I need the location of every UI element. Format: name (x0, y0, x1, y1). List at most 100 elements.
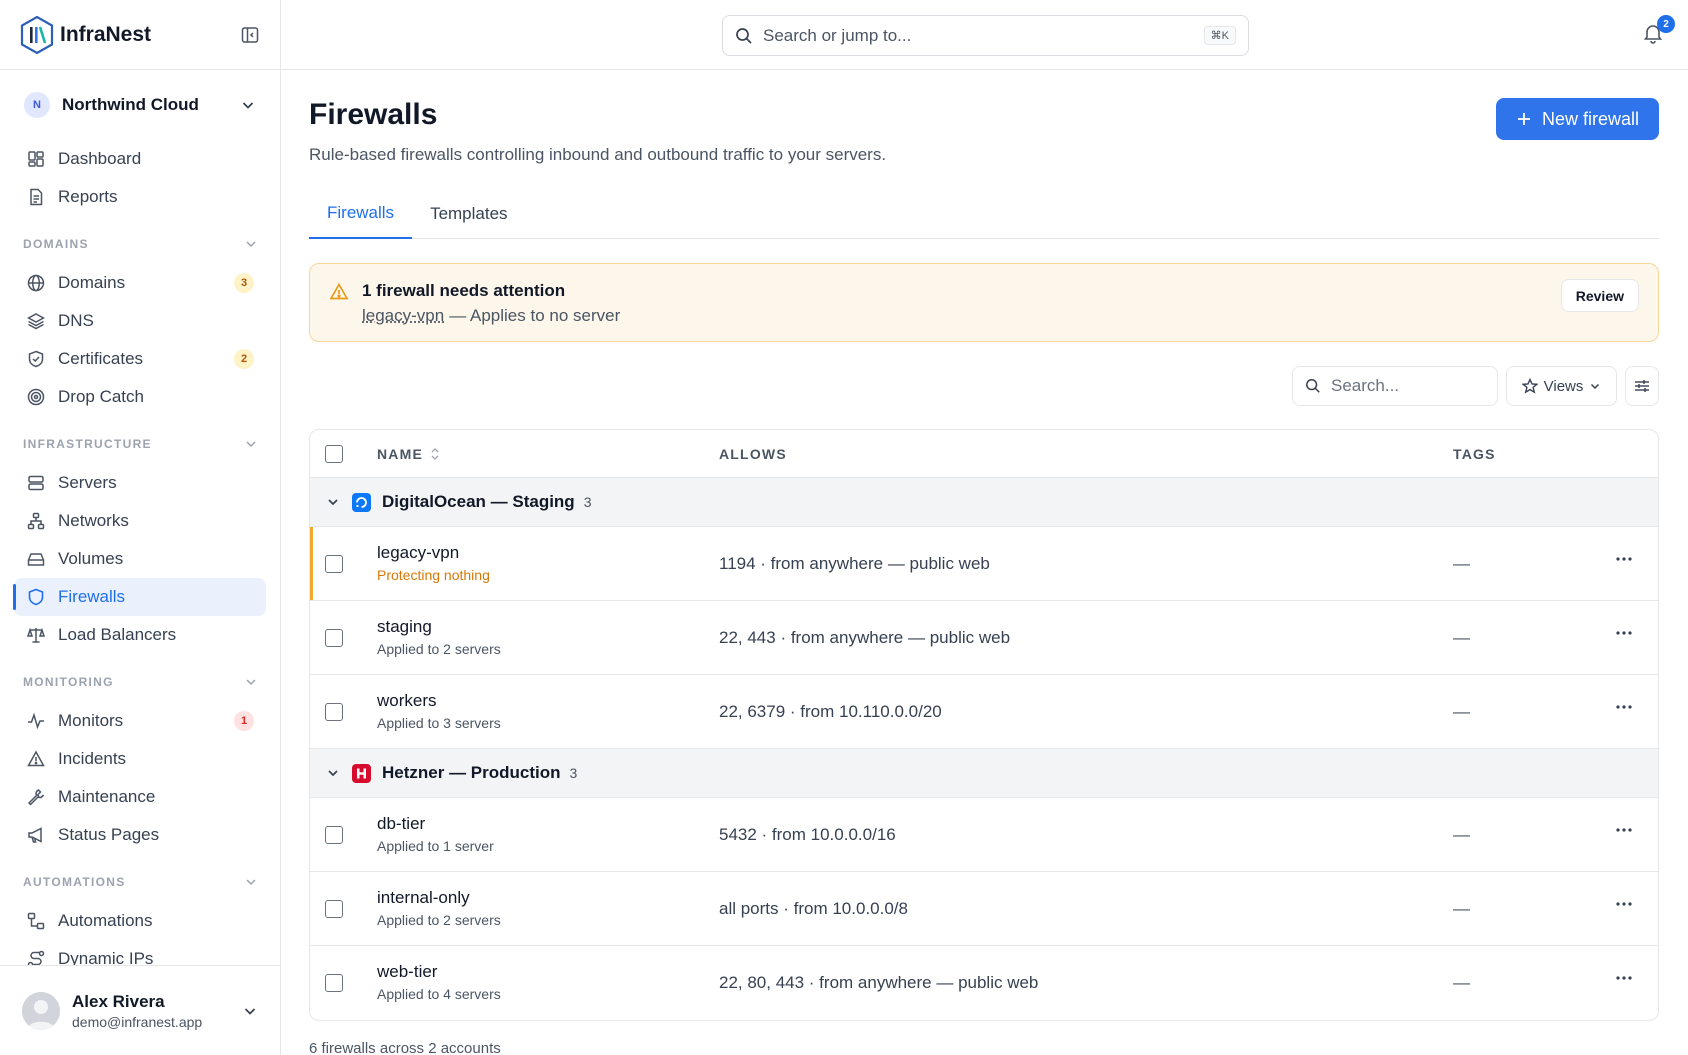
chevron-down-icon[interactable] (326, 766, 340, 780)
org-switcher[interactable]: N Northwind Cloud (0, 70, 280, 140)
sidebar-item-status-pages[interactable]: Status Pages (14, 816, 266, 854)
row-checkbox[interactable] (325, 826, 343, 844)
group-row-hetzner[interactable]: Hetzner — Production 3 (310, 749, 1658, 798)
more-actions-icon[interactable] (1616, 631, 1632, 635)
table-row[interactable]: web-tier Applied to 4 servers 22, 80, 44… (310, 946, 1658, 1020)
table-search-input[interactable] (1331, 376, 1485, 396)
sidebar-item-label: Load Balancers (58, 625, 177, 644)
sidebar-section-domains[interactable]: DOMAINS (0, 224, 280, 264)
group-name: DigitalOcean — Staging 3 (382, 492, 592, 512)
count-badge: 3 (234, 273, 254, 293)
more-actions-icon[interactable] (1616, 705, 1632, 709)
group-label: DigitalOcean — Staging (382, 492, 575, 511)
more-actions-icon[interactable] (1616, 902, 1632, 906)
sidebar-item-networks[interactable]: Networks (14, 502, 266, 540)
table-row[interactable]: legacy-vpn Protecting nothing 1194 · fro… (310, 527, 1658, 601)
avatar (22, 991, 60, 1030)
sidebar-item-load-balancers[interactable]: Load Balancers (14, 616, 266, 654)
new-firewall-button[interactable]: New firewall (1495, 98, 1659, 140)
group-row-digitalocean[interactable]: DigitalOcean — Staging 3 (310, 478, 1658, 527)
sidebar-section-infrastructure[interactable]: INFRASTRUCTURE (0, 424, 280, 464)
sidebar-item-label: Certificates (58, 349, 144, 368)
sidebar-item-incidents[interactable]: Incidents (14, 740, 266, 778)
sidebar-item-reports[interactable]: Reports (14, 178, 266, 216)
firewall-allows: 22, 80, 443 · from anywhere — public web (719, 973, 1039, 992)
table-row[interactable]: internal-only Applied to 2 servers all p… (310, 872, 1658, 946)
sidebar-item-certificates[interactable]: Certificates 2 (14, 340, 266, 378)
chevron-down-icon (246, 241, 256, 248)
select-all-checkbox[interactable] (325, 445, 343, 463)
group-label: Hetzner — Production (382, 763, 561, 782)
layers-icon (26, 311, 46, 331)
row-checkbox[interactable] (325, 703, 343, 721)
sidebar-section-automations[interactable]: AUTOMATIONS (0, 862, 280, 902)
table-row[interactable]: db-tier Applied to 1 server 5432 · from … (310, 798, 1658, 872)
group-count: 3 (583, 494, 592, 510)
firewall-name[interactable]: staging (377, 617, 432, 637)
more-actions-icon[interactable] (1616, 828, 1632, 832)
table-row[interactable]: workers Applied to 3 servers 22, 6379 · … (310, 675, 1658, 749)
firewall-allows: all ports · from 10.0.0.0/8 (719, 899, 908, 918)
firewall-allows: 1194 · from anywhere — public web (719, 554, 990, 573)
firewall-allows: 5432 · from 10.0.0.0/16 (719, 825, 896, 844)
sidebar-item-firewalls[interactable]: Firewalls (13, 578, 266, 616)
sidebar-item-label: Drop Catch (58, 387, 144, 406)
user-menu[interactable]: Alex Rivera demo@infranest.app (0, 965, 280, 1055)
sidebar-item-dns[interactable]: DNS (14, 302, 266, 340)
brand-name: InfraNest (60, 22, 152, 46)
sidebar-section-monitoring[interactable]: MONITORING (0, 662, 280, 702)
alert-firewall-link[interactable]: legacy-vpn (362, 306, 444, 325)
hetzner-icon (352, 763, 371, 783)
row-checkbox[interactable] (325, 555, 343, 573)
firewall-name[interactable]: legacy-vpn (377, 543, 459, 563)
global-search-input[interactable] (763, 25, 1204, 46)
alert-message: — Applies to no server (449, 306, 621, 325)
pulse-icon (26, 711, 46, 731)
more-actions-icon[interactable] (1616, 557, 1632, 561)
row-checkbox[interactable] (325, 974, 343, 992)
firewall-allows: 22, 443 · from anywhere — public web (719, 628, 1011, 647)
firewall-name[interactable]: internal-only (377, 888, 470, 908)
sidebar-item-drop-catch[interactable]: Drop Catch (14, 378, 266, 416)
table-search[interactable] (1292, 366, 1498, 406)
section-title: AUTOMATIONS (23, 875, 126, 889)
firewall-name[interactable]: workers (377, 691, 437, 711)
sidebar-item-automations[interactable]: Automations (14, 902, 266, 940)
firewall-tags: — (1453, 702, 1470, 721)
tab-templates[interactable]: Templates (412, 189, 525, 239)
sidebar-item-monitors[interactable]: Monitors 1 (14, 702, 266, 740)
search-icon (1306, 379, 1320, 393)
review-button[interactable]: Review (1560, 279, 1639, 312)
sidebar-item-volumes[interactable]: Volumes (14, 540, 266, 578)
table-row[interactable]: staging Applied to 2 servers 22, 443 · f… (310, 601, 1658, 675)
column-header-name[interactable]: NAME (377, 446, 441, 462)
sidebar-collapse-icon[interactable] (240, 25, 260, 45)
sidebar-item-label: Automations (58, 911, 153, 930)
sidebar-item-dashboard[interactable]: Dashboard (14, 140, 266, 178)
sidebar-item-label: Monitors (58, 711, 124, 730)
notifications-button[interactable]: 2 (1642, 15, 1675, 46)
row-checkbox[interactable] (325, 629, 343, 647)
row-checkbox[interactable] (325, 900, 343, 918)
column-settings-button[interactable] (1625, 366, 1659, 406)
sidebar-item-maintenance[interactable]: Maintenance (14, 778, 266, 816)
search-icon (735, 27, 753, 45)
views-dropdown[interactable]: Views (1506, 366, 1617, 406)
new-firewall-label: New firewall (1541, 108, 1639, 129)
tab-firewalls[interactable]: Firewalls (309, 189, 413, 239)
sidebar-item-label: Volumes (58, 549, 124, 568)
chevron-down-icon (246, 679, 256, 686)
chevron-down-icon (242, 102, 254, 109)
star-icon (1521, 378, 1538, 394)
sidebar-item-domains[interactable]: Domains 3 (14, 264, 266, 302)
more-actions-icon[interactable] (1616, 976, 1632, 980)
firewall-name[interactable]: web-tier (377, 962, 437, 982)
global-search[interactable]: ⌘K (722, 15, 1249, 56)
sidebar-item-servers[interactable]: Servers (14, 464, 266, 502)
sort-icon (431, 447, 439, 460)
chevron-down-icon[interactable] (326, 495, 340, 509)
firewall-status: Applied to 2 servers (377, 641, 501, 657)
page-subtitle: Rule-based firewalls controlling inbound… (309, 145, 887, 164)
firewall-name[interactable]: db-tier (377, 814, 425, 834)
main-content: Firewalls Rule-based firewalls controlli… (281, 70, 1688, 1055)
